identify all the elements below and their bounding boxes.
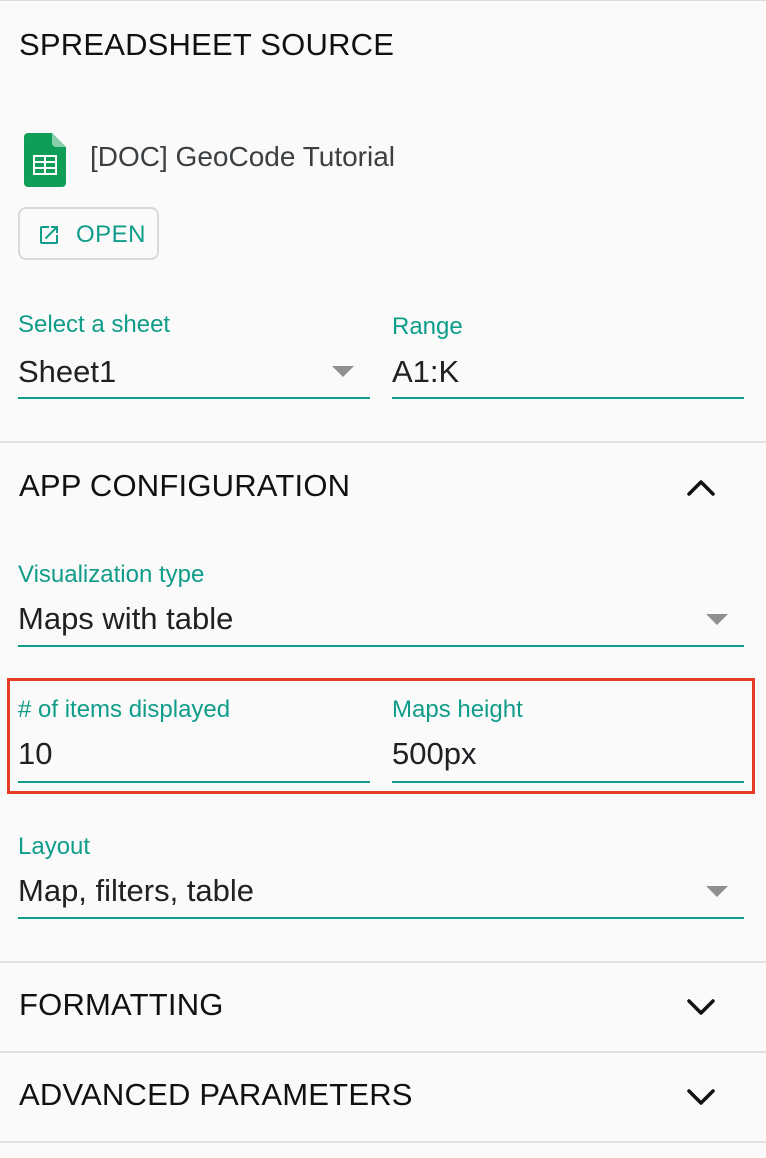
advanced-parameters-title[interactable]: ADVANCED PARAMETERS [19, 1077, 413, 1113]
chevron-up-icon[interactable] [686, 477, 716, 497]
open-button[interactable]: OPEN [18, 207, 159, 260]
layout-select[interactable]: Layout Map, filters, table [18, 833, 744, 923]
range-value: A1:K [392, 354, 460, 389]
caret-down-icon [706, 886, 728, 897]
section-divider [0, 961, 766, 963]
visualization-type-underline [18, 645, 744, 647]
app-configuration-title[interactable]: APP CONFIGURATION [19, 468, 350, 504]
settings-panel: SPREADSHEET SOURCE [DOC] GeoCode Tutoria… [0, 0, 766, 1158]
section-divider [0, 1141, 766, 1143]
visualization-type-value: Maps with table [18, 601, 234, 636]
open-button-label: OPEN [76, 221, 147, 248]
visualization-type-select[interactable]: Visualization type Maps with table [18, 561, 744, 651]
caret-down-icon [332, 366, 354, 377]
sheet-select[interactable]: Select a sheet Sheet1 [18, 311, 370, 401]
spreadsheet-source-title: SPREADSHEET SOURCE [19, 27, 395, 62]
range-underline [392, 397, 744, 399]
layout-value: Map, filters, table [18, 873, 255, 908]
formatting-title[interactable]: FORMATTING [19, 987, 224, 1023]
google-sheets-icon [24, 133, 66, 187]
caret-down-icon [706, 614, 728, 625]
open-in-new-icon [40, 226, 58, 244]
layout-label: Layout [18, 833, 91, 860]
highlight-box [7, 678, 755, 794]
section-divider [0, 1051, 766, 1053]
sheet-select-value: Sheet1 [18, 354, 117, 389]
range-field[interactable]: Range A1:K [392, 311, 744, 401]
sheet-select-label: Select a sheet [18, 311, 171, 338]
visualization-type-label: Visualization type [18, 561, 205, 588]
section-divider [0, 441, 766, 443]
sheet-select-underline [18, 397, 370, 399]
file-row: [DOC] GeoCode Tutorial [24, 133, 624, 187]
chevron-down-icon[interactable] [686, 997, 716, 1017]
chevron-down-icon[interactable] [686, 1087, 716, 1107]
file-name[interactable]: [DOC] GeoCode Tutorial [90, 141, 395, 173]
layout-underline [18, 917, 744, 919]
range-label: Range [392, 313, 463, 340]
